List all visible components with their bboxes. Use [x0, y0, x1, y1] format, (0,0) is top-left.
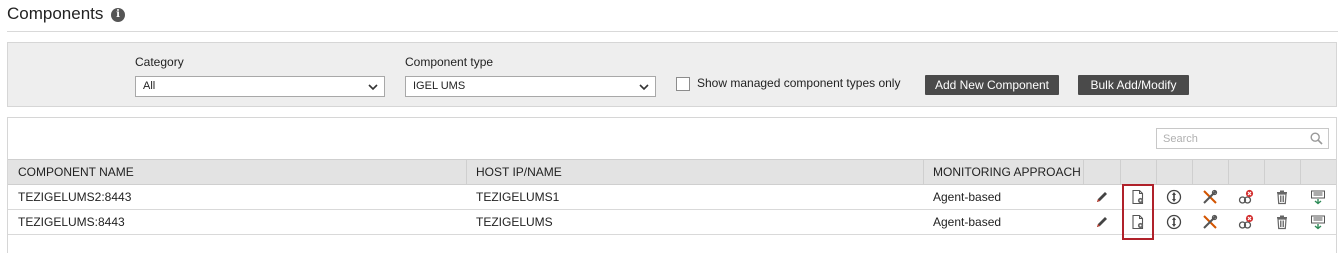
host-cell: TEZIGELUMS: [476, 215, 553, 229]
show-managed-checkbox[interactable]: [676, 77, 690, 91]
table-header: COMPONENT NAME HOST IP/NAME MONITORING A…: [8, 159, 1336, 185]
host-cell: TEZIGELUMS1: [476, 190, 560, 204]
column-header-component-name[interactable]: COMPONENT NAME: [8, 160, 466, 184]
component-type-select[interactable]: IGEL UMS: [405, 76, 656, 97]
add-new-component-button[interactable]: Add New Component: [925, 75, 1059, 95]
page-title: Components: [7, 4, 104, 23]
component-type-label: Component type: [405, 55, 494, 69]
table-panel: COMPONENT NAME HOST IP/NAME MONITORING A…: [7, 117, 1337, 253]
manage-icon[interactable]: [1166, 214, 1182, 230]
table-row: TEZIGELUMS:8443 TEZIGELUMS Agent-based: [8, 210, 1336, 235]
bulk-add-modify-button[interactable]: Bulk Add/Modify: [1078, 75, 1189, 95]
filter-panel: Category All Component type IGEL UMS Sho…: [7, 42, 1337, 107]
category-select-value: All: [143, 80, 156, 92]
component-type-select-value: IGEL UMS: [413, 80, 466, 92]
info-icon[interactable]: i: [111, 8, 125, 22]
config-document-icon[interactable]: [1130, 189, 1146, 205]
ip-change-icon[interactable]: [1310, 189, 1326, 205]
category-select[interactable]: All: [135, 76, 385, 97]
manage-icon[interactable]: [1166, 189, 1182, 205]
search-input[interactable]: [1157, 129, 1297, 149]
table-row: TEZIGELUMS2:8443 TEZIGELUMS1 Agent-based: [8, 185, 1336, 210]
chevron-down-icon: [639, 84, 649, 91]
edit-icon[interactable]: [1094, 189, 1110, 205]
edit-icon[interactable]: [1094, 214, 1110, 230]
component-name-cell: TEZIGELUMS:8443: [18, 215, 125, 229]
ip-change-icon[interactable]: [1310, 214, 1326, 230]
category-label: Category: [135, 55, 184, 69]
search-icon[interactable]: [1310, 132, 1323, 145]
monitoring-cell: Agent-based: [933, 215, 1002, 229]
tools-icon[interactable]: [1202, 189, 1218, 205]
component-name-cell: TEZIGELUMS2:8443: [18, 190, 132, 204]
page-header: Components i: [7, 0, 1338, 32]
config-document-icon[interactable]: [1130, 214, 1146, 230]
unmanage-icon[interactable]: [1238, 214, 1254, 230]
show-managed-label: Show managed component types only: [697, 76, 901, 90]
delete-icon[interactable]: [1274, 214, 1290, 230]
tools-icon[interactable]: [1202, 214, 1218, 230]
monitoring-cell: Agent-based: [933, 190, 1002, 204]
chevron-down-icon: [368, 84, 378, 91]
delete-icon[interactable]: [1274, 189, 1290, 205]
unmanage-icon[interactable]: [1238, 189, 1254, 205]
column-header-monitoring[interactable]: MONITORING APPROACH: [923, 160, 1083, 184]
column-header-host[interactable]: HOST IP/NAME: [466, 160, 923, 184]
search-box[interactable]: [1156, 128, 1329, 149]
